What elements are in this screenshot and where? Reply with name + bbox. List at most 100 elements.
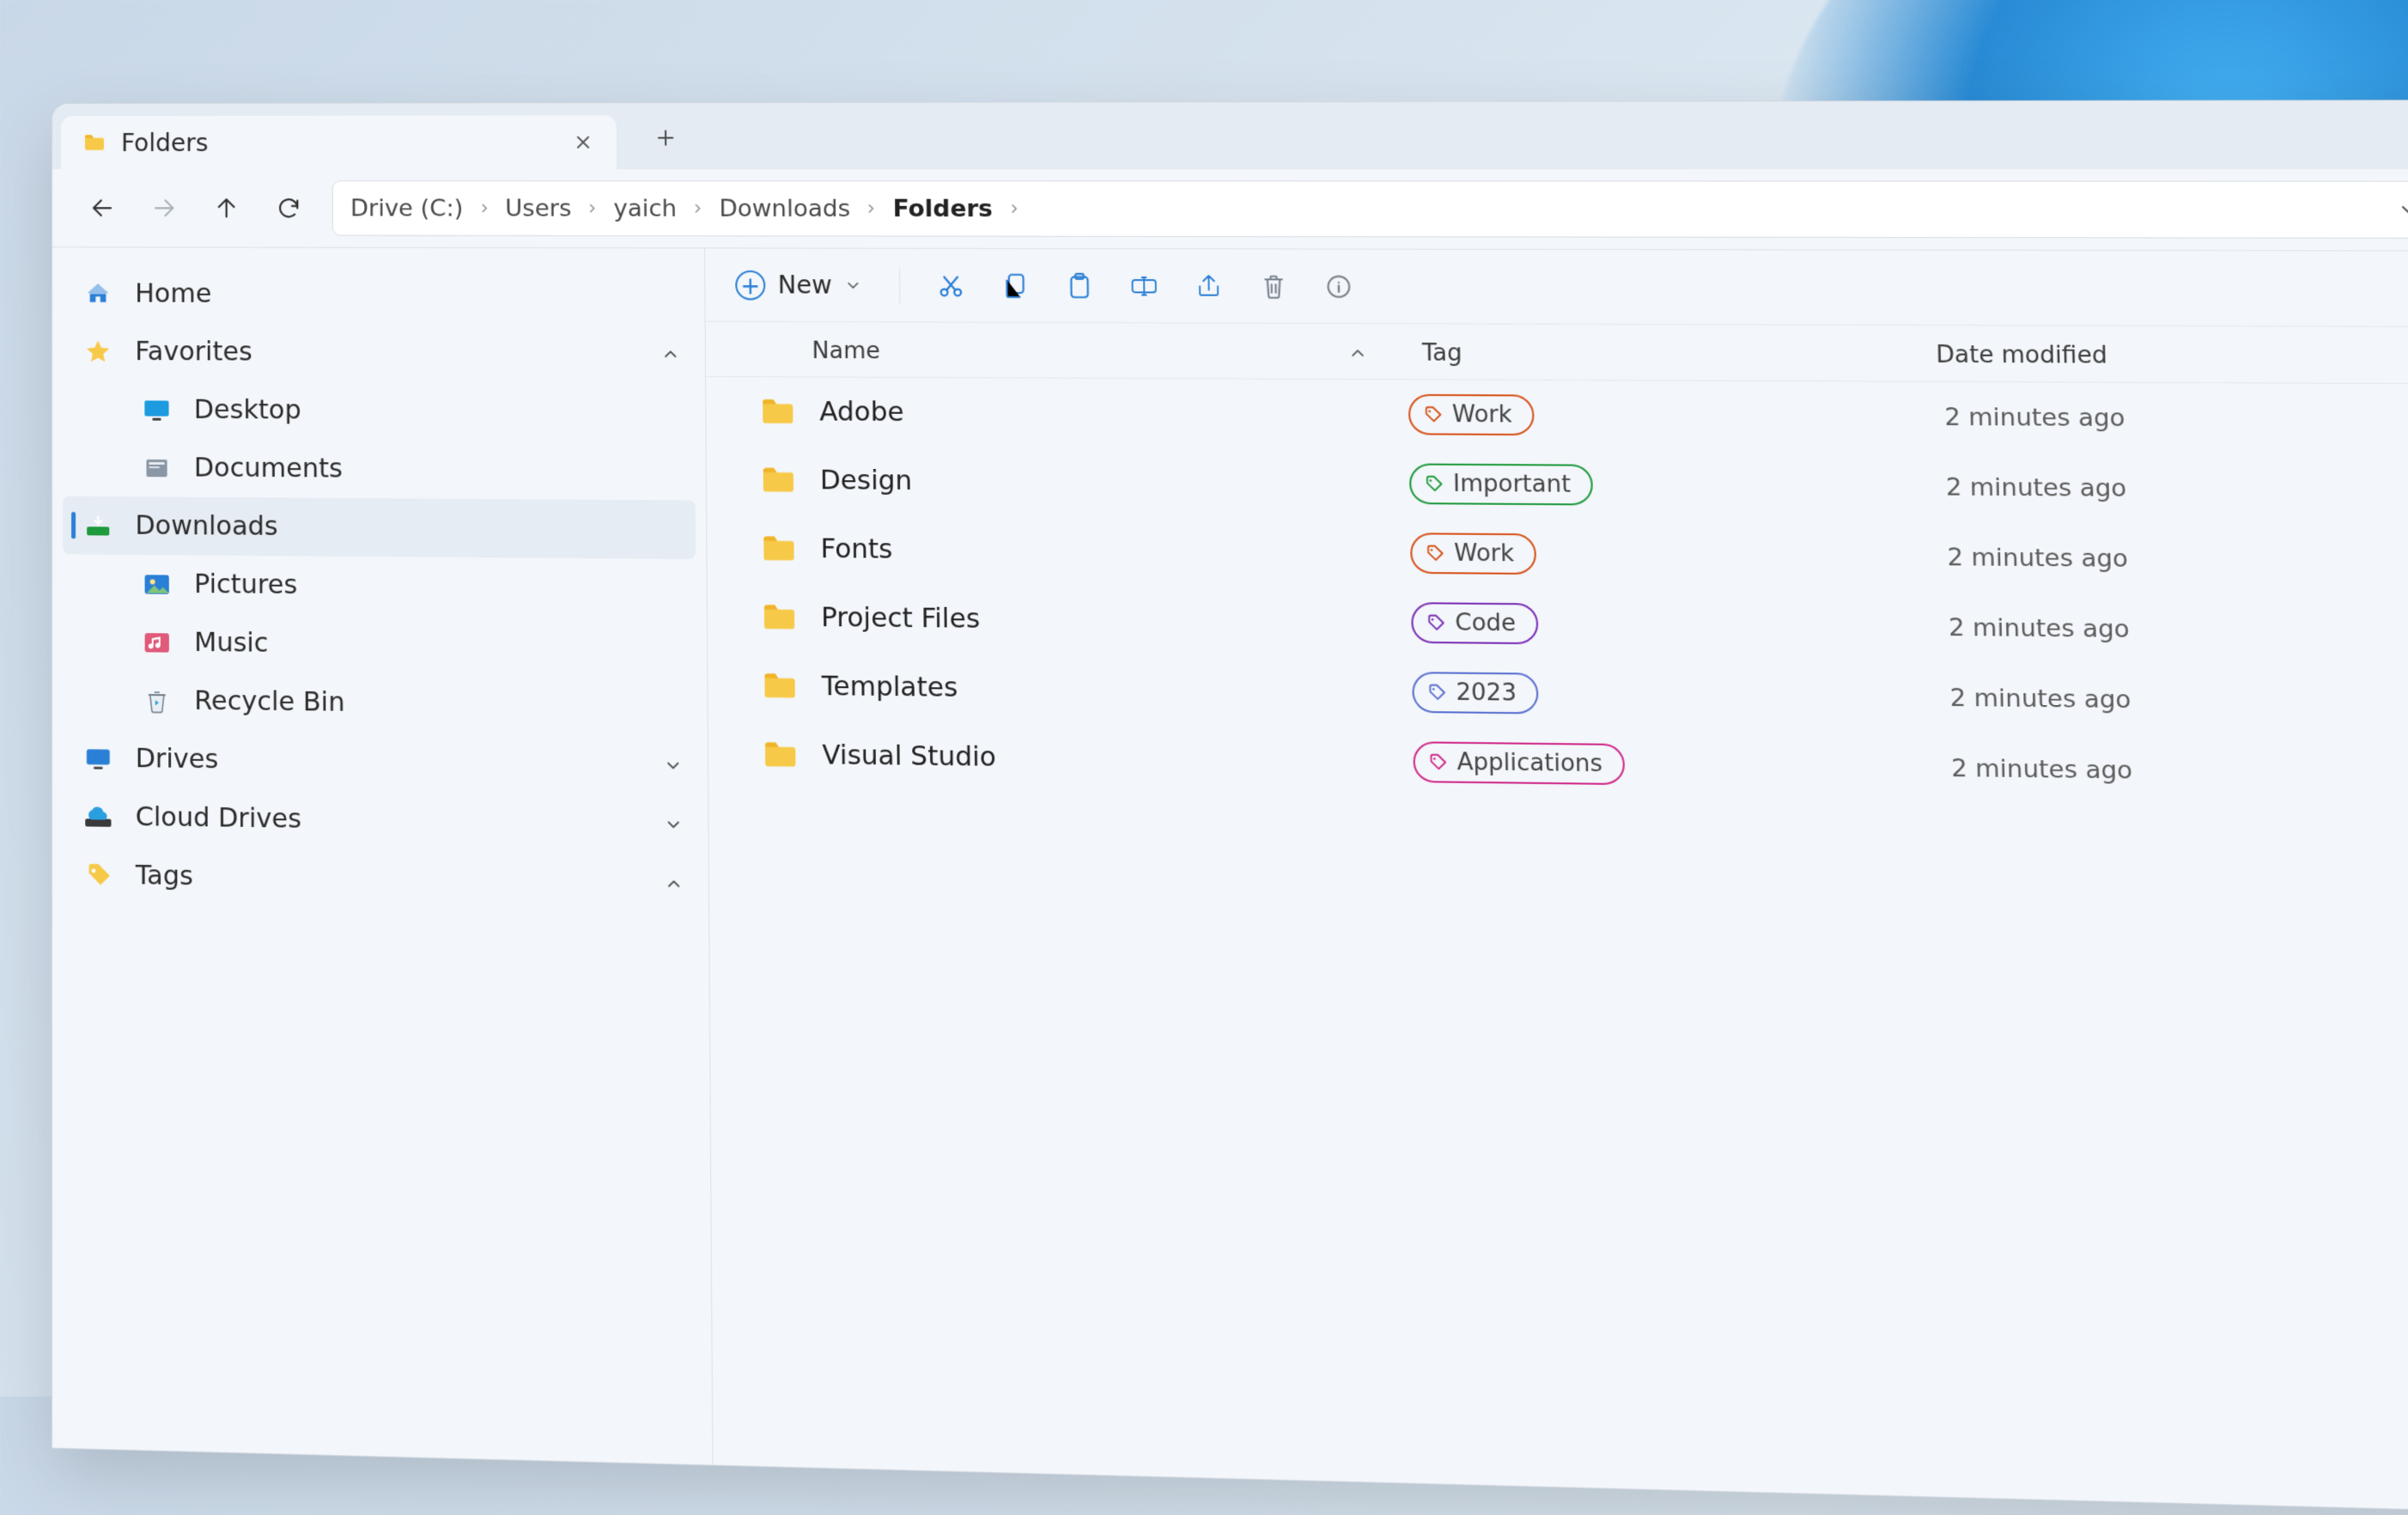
breadcrumb-item[interactable]: Folders: [893, 195, 994, 222]
favorites-list: DesktopDocuments Downloads Pictures Music Re…: [52, 380, 708, 736]
folder-icon: [762, 739, 800, 770]
tag-label: Work: [1452, 401, 1512, 428]
sidebar-item-downloads[interactable]: Downloads: [63, 496, 696, 559]
chevron-right-icon: [586, 201, 599, 215]
breadcrumb-item[interactable]: Drive (C:): [350, 195, 464, 222]
tag-pill[interactable]: Work: [1408, 394, 1535, 435]
share-icon[interactable]: [1195, 272, 1223, 299]
forward-button[interactable]: [149, 192, 179, 223]
folder-icon: [759, 397, 797, 427]
info-icon[interactable]: [1325, 273, 1353, 300]
file-explorer-window: Folders Drive (C:)Usersy: [52, 100, 2408, 1515]
sidebar-item-home[interactable]: Home: [52, 265, 705, 325]
sidebar-section-favorites[interactable]: Favorites: [52, 322, 705, 383]
column-header-name[interactable]: Name: [706, 338, 1404, 367]
tag-label: 2023: [1456, 679, 1517, 707]
cell-tag: 2023: [1408, 672, 1906, 718]
sidebar-label: Favorites: [135, 337, 252, 368]
new-label: New: [778, 271, 832, 300]
chevron-down-icon[interactable]: [664, 814, 684, 834]
rename-icon[interactable]: [1130, 272, 1158, 299]
refresh-button[interactable]: [273, 192, 304, 223]
folder-icon: [80, 128, 109, 157]
tag-label: Code: [1455, 610, 1516, 637]
sidebar-item-label: Pictures: [194, 569, 297, 600]
tab-title: Folders: [121, 128, 556, 156]
folder-icon: [761, 602, 799, 632]
tag-pill[interactable]: Applications: [1413, 741, 1625, 785]
new-tab-button[interactable]: [641, 113, 690, 162]
cell-name: Adobe: [706, 396, 1405, 430]
breadcrumb[interactable]: Drive (C:) Users yaich Downloads Folders: [332, 180, 2408, 239]
chevron-down-icon[interactable]: [663, 756, 683, 776]
chevron-right-icon: [690, 202, 705, 216]
chevron-right-icon: [865, 202, 879, 216]
tag-pill[interactable]: Code: [1411, 602, 1538, 644]
window-body: Home Favorites DesktopDocuments Downloads…: [52, 246, 2408, 1513]
file-name: Adobe: [819, 396, 904, 427]
cell-name: Fonts: [707, 532, 1407, 569]
column-header-date[interactable]: Date modified: [1899, 342, 2408, 371]
sidebar-item-desktop[interactable]: Desktop: [52, 380, 706, 442]
sidebar-section-cloud-drives[interactable]: Cloud Drives: [52, 787, 708, 854]
sidebar-item-pictures[interactable]: Pictures: [52, 554, 707, 618]
table-row[interactable]: DesignImportant2 minutes ago: [707, 445, 2408, 526]
chevron-up-icon[interactable]: [664, 873, 684, 893]
back-button[interactable]: [87, 192, 118, 223]
file-name: Visual Studio: [822, 739, 996, 772]
file-name: Fonts: [820, 533, 892, 565]
tab-folders[interactable]: Folders: [61, 115, 617, 169]
chevron-down-icon: [844, 277, 862, 294]
toolbar-divider: [899, 268, 900, 303]
sidebar-item-label: Downloads: [135, 510, 277, 542]
sort-asc-icon[interactable]: [1347, 344, 1368, 363]
documents-icon: [142, 453, 171, 483]
file-rows: Adobe Work 2 minutes ago Design Important 2 m…: [706, 377, 2408, 812]
file-name: Templates: [822, 671, 958, 703]
cell-tag: Work: [1407, 532, 1903, 577]
breadcrumb-dropdown-icon[interactable]: [2397, 199, 2408, 221]
downloads-icon: [83, 511, 112, 541]
sidebar-item-documents[interactable]: Documents: [52, 438, 706, 501]
sidebar-label: Home: [135, 279, 211, 309]
cell-date: 2 minutes ago: [1902, 543, 2408, 576]
file-name: Project Files: [821, 602, 980, 635]
breadcrumb-item[interactable]: Users: [505, 195, 571, 222]
column-header-tag[interactable]: Tag: [1404, 340, 1900, 368]
sidebar-section-drives[interactable]: Drives: [52, 728, 708, 794]
breadcrumb-item[interactable]: yaich: [613, 195, 677, 222]
chevron-right-icon: [1006, 202, 1021, 216]
breadcrumb-item[interactable]: Downloads: [719, 195, 850, 222]
close-tab-button[interactable]: [569, 128, 598, 155]
sidebar: Home Favorites DesktopDocuments Downloads…: [52, 247, 713, 1464]
pictures-icon: [143, 569, 172, 599]
sidebar-label: Cloud Drives: [136, 802, 301, 835]
cell-name: Project Files: [708, 601, 1408, 638]
paste-icon[interactable]: [1066, 272, 1093, 299]
table-row[interactable]: AdobeWork2 minutes ago: [706, 377, 2408, 455]
sidebar-item-music[interactable]: Music: [52, 612, 707, 677]
folder-icon: [761, 671, 799, 701]
cell-name: Design: [707, 464, 1406, 499]
sidebar-label: Tags: [136, 861, 193, 892]
sidebar-item-label: Recycle Bin: [194, 685, 344, 717]
tag-pill[interactable]: Important: [1409, 463, 1593, 505]
home-icon: [83, 279, 112, 308]
plus-circle-icon: ＋: [735, 270, 765, 300]
new-button[interactable]: ＋ New: [735, 270, 862, 300]
copy-icon[interactable]: [1001, 272, 1029, 299]
delete-icon[interactable]: [1260, 273, 1287, 300]
sidebar-section-tags[interactable]: Tags: [52, 845, 708, 913]
tag-label: Important: [1453, 471, 1571, 498]
cut-icon[interactable]: [938, 272, 964, 299]
chevron-right-icon: [477, 201, 491, 215]
cell-date: 2 minutes ago: [1904, 613, 2408, 648]
recycle-bin-icon: [143, 685, 172, 715]
tag-pill[interactable]: 2023: [1412, 672, 1539, 714]
tag-pill[interactable]: Work: [1410, 532, 1536, 575]
chevron-up-icon[interactable]: [660, 344, 680, 363]
up-button[interactable]: [211, 192, 242, 223]
main-panel: ＋ New: [705, 248, 2408, 1513]
folder-icon: [760, 533, 798, 563]
sidebar-item-recycle-bin[interactable]: Recycle Bin: [52, 671, 708, 736]
